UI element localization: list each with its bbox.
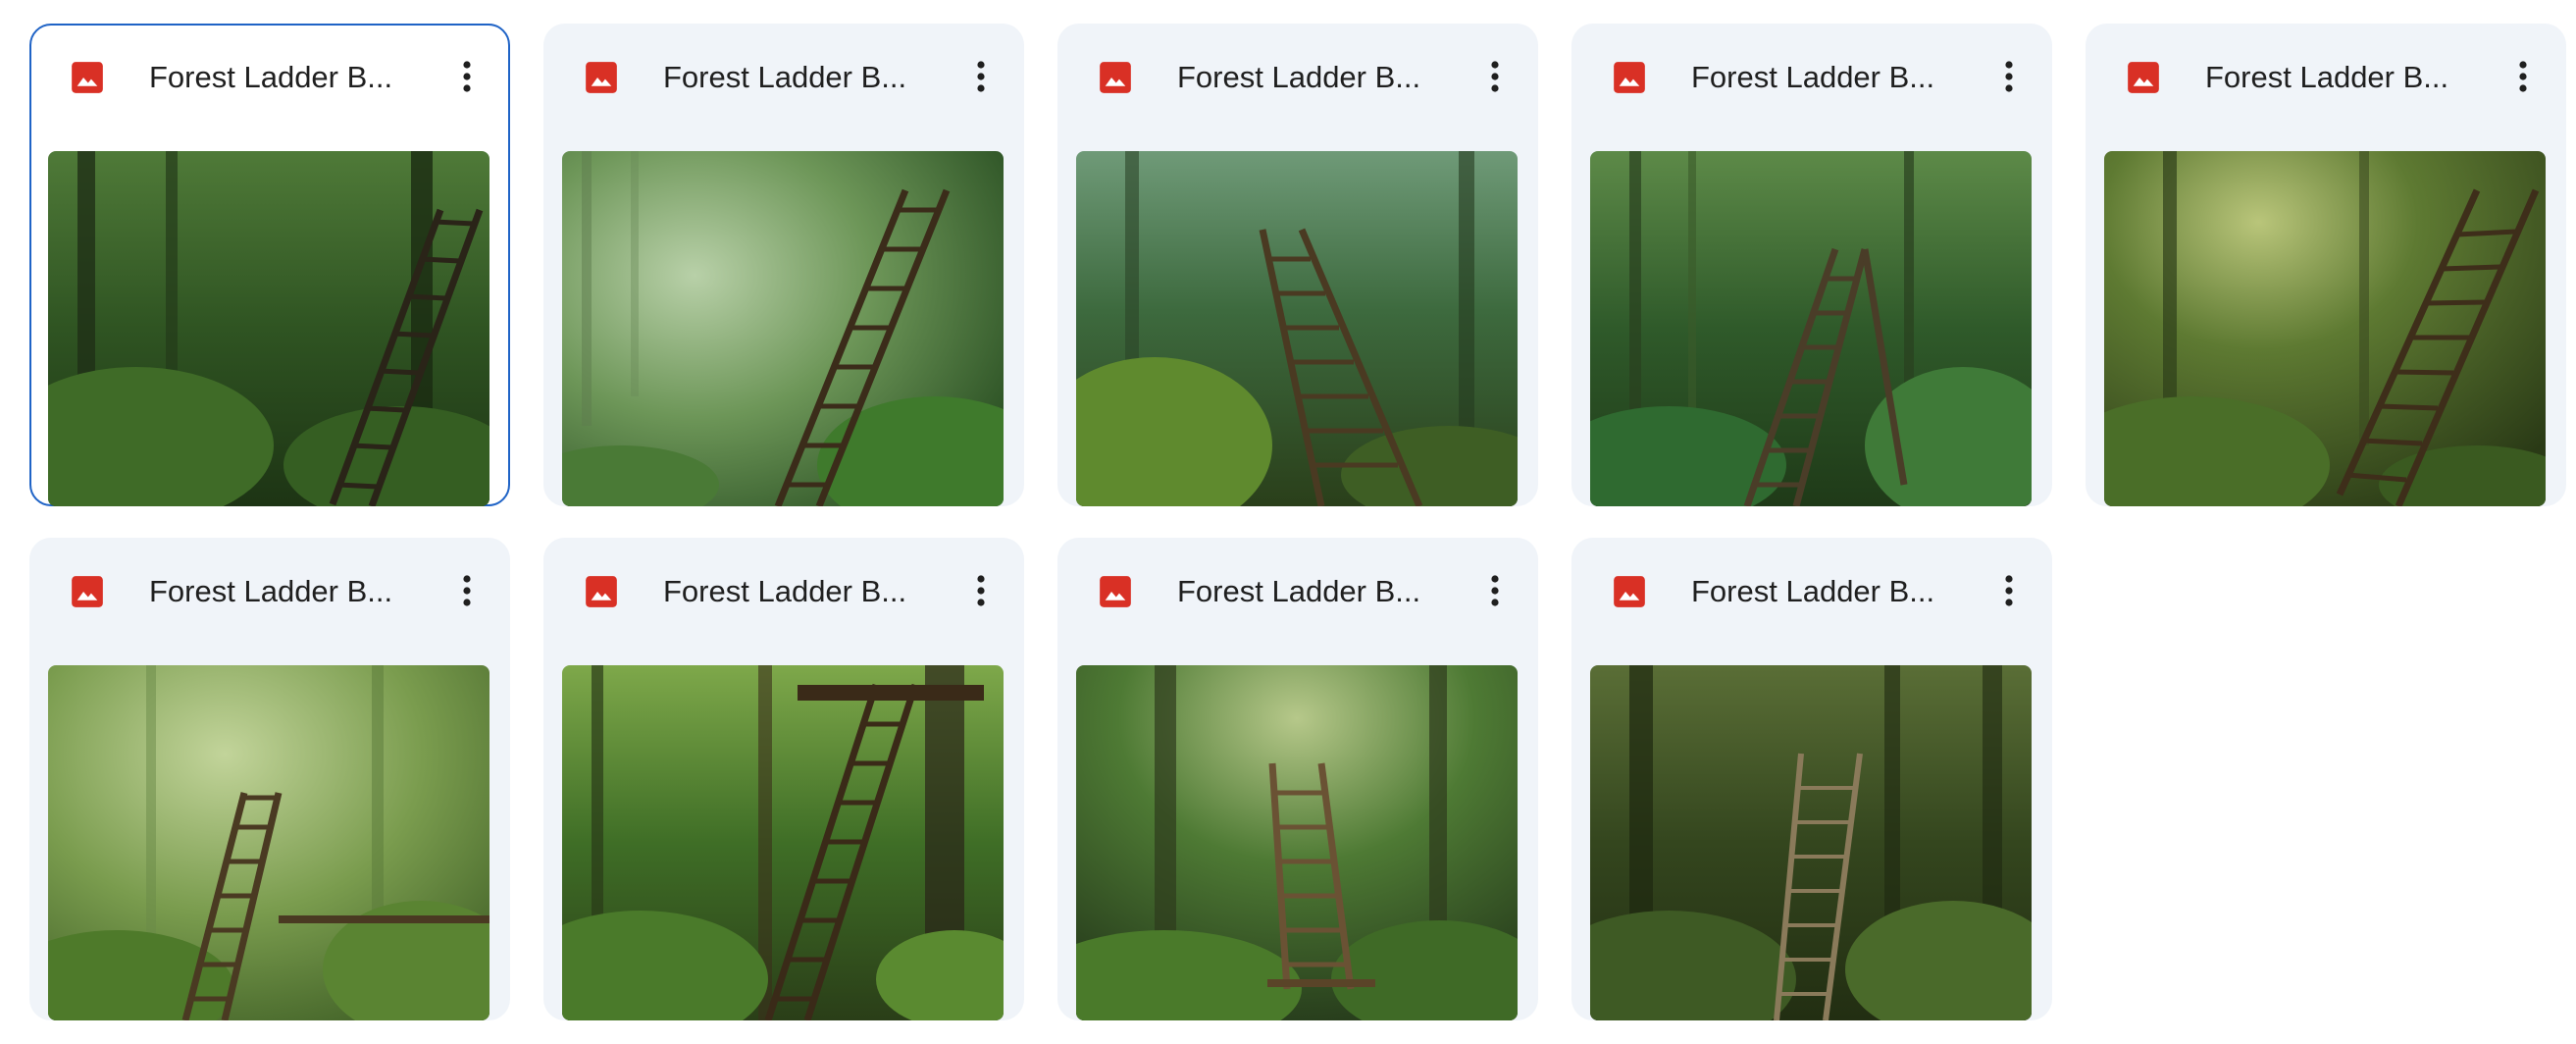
image-thumbnail[interactable] [48,151,489,506]
image-file-icon [2125,59,2162,96]
image-file-icon [1611,573,1648,610]
file-card-header: Forest Ladder B... [1057,538,1538,644]
image-file-icon [1097,59,1134,96]
file-grid: Forest Ladder B... Forest Ladder B... Fo… [0,0,2576,1044]
file-card[interactable]: Forest Ladder B... [1057,538,1538,1020]
image-file-icon [1611,59,1648,96]
more-vert-icon[interactable] [957,567,1005,614]
image-thumbnail[interactable] [2104,151,2546,506]
file-name: Forest Ladder B... [663,574,907,608]
file-card[interactable]: Forest Ladder B... [1571,24,2052,506]
more-vert-icon[interactable] [1985,53,2033,100]
image-thumbnail[interactable] [562,665,1004,1020]
file-card[interactable]: Forest Ladder B... [1057,24,1538,506]
file-card-header: Forest Ladder B... [2086,24,2566,130]
file-card-header: Forest Ladder B... [543,538,1024,644]
file-card-header: Forest Ladder B... [1571,24,2052,130]
file-name: Forest Ladder B... [663,60,907,94]
more-vert-icon[interactable] [1471,567,1519,614]
more-vert-icon[interactable] [2499,53,2547,100]
file-card[interactable]: Forest Ladder B... [1571,538,2052,1020]
image-thumbnail[interactable] [562,151,1004,506]
file-card[interactable]: Forest Ladder B... [29,538,510,1020]
file-card[interactable]: Forest Ladder B... [2086,24,2566,506]
file-card-header: Forest Ladder B... [31,26,508,131]
image-file-icon [1097,573,1134,610]
more-vert-icon[interactable] [1471,53,1519,100]
image-thumbnail[interactable] [48,665,489,1020]
more-vert-icon[interactable] [1985,567,2033,614]
file-name: Forest Ladder B... [149,574,393,608]
image-file-icon [583,59,620,96]
image-thumbnail[interactable] [1076,151,1518,506]
file-name: Forest Ladder B... [149,60,393,94]
file-name: Forest Ladder B... [1177,60,1421,94]
file-card[interactable]: Forest Ladder B... [543,24,1024,506]
more-vert-icon[interactable] [443,567,490,614]
image-file-icon [69,59,106,96]
file-name: Forest Ladder B... [1177,574,1421,608]
file-card-header: Forest Ladder B... [1057,24,1538,130]
file-name: Forest Ladder B... [1691,574,1935,608]
file-name: Forest Ladder B... [2205,60,2449,94]
file-card[interactable]: Forest Ladder B... [543,538,1024,1020]
file-name: Forest Ladder B... [1691,60,1935,94]
image-thumbnail[interactable] [1590,665,2032,1020]
image-thumbnail[interactable] [1076,665,1518,1020]
image-thumbnail[interactable] [1590,151,2032,506]
file-card-header: Forest Ladder B... [543,24,1024,130]
more-vert-icon[interactable] [443,53,490,100]
more-vert-icon[interactable] [957,53,1005,100]
image-file-icon [69,573,106,610]
file-card-header: Forest Ladder B... [29,538,510,644]
image-file-icon [583,573,620,610]
file-card-header: Forest Ladder B... [1571,538,2052,644]
file-card[interactable]: Forest Ladder B... [29,24,510,506]
